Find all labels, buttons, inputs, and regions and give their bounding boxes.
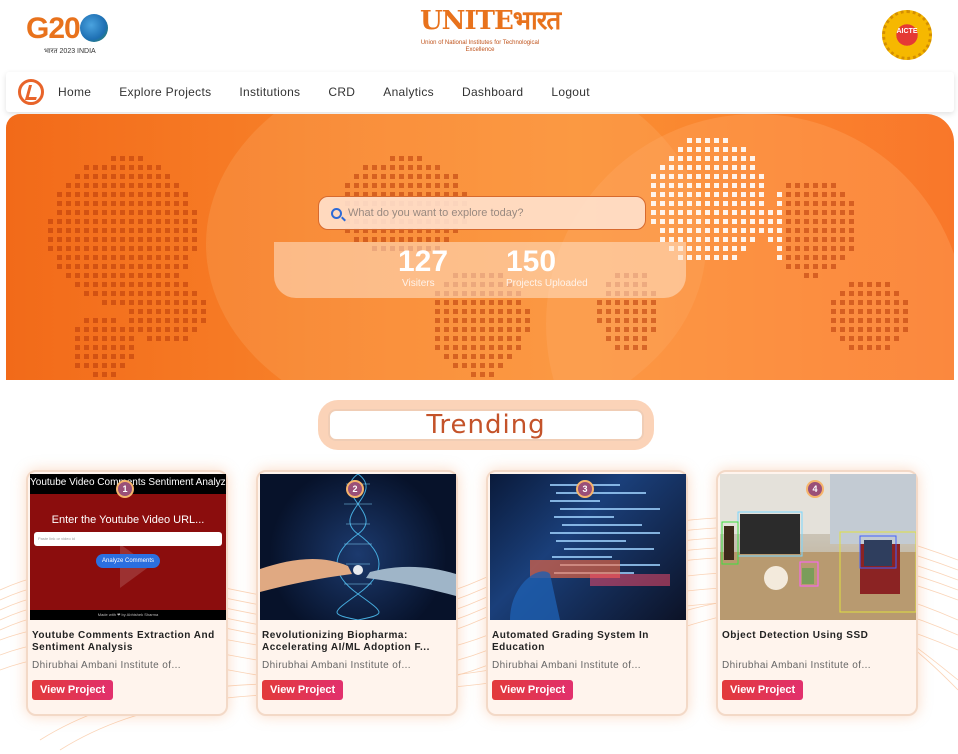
stat-projects: 150 Projects Uploaded bbox=[506, 246, 588, 290]
view-project-button[interactable]: View Project bbox=[492, 680, 574, 700]
trending-heading-wrap: Trending bbox=[318, 400, 654, 450]
search-input[interactable] bbox=[348, 207, 628, 219]
rank-badge: 1 bbox=[116, 480, 134, 498]
aicte-logo: AICTE bbox=[882, 10, 932, 60]
nav-explore-projects[interactable]: Explore Projects bbox=[119, 85, 211, 99]
nav-institutions[interactable]: Institutions bbox=[239, 85, 300, 99]
g20-logo: G20 भारत 2023 INDIA bbox=[24, 10, 116, 60]
view-project-button[interactable]: View Project bbox=[262, 680, 344, 700]
site-logo-icon[interactable] bbox=[18, 79, 44, 105]
rank-badge: 3 bbox=[576, 480, 594, 498]
stat-visitors-value: 127 bbox=[398, 245, 449, 278]
view-project-button[interactable]: View Project bbox=[722, 680, 804, 700]
trending-heading: Trending bbox=[328, 409, 644, 441]
project-institution: Dhirubhai Ambani Institute of... bbox=[492, 660, 641, 671]
unite-bharat-logo[interactable]: UNITEभारत Union of National Institutes f… bbox=[420, 6, 561, 64]
thumb-footer: Made with ❤ by Abhishek Sharma bbox=[30, 610, 226, 620]
globe-icon bbox=[80, 14, 108, 42]
search-bar[interactable] bbox=[318, 196, 646, 230]
g20-logo-text: G20 bbox=[26, 12, 81, 45]
stat-visitors: 127 Visiters bbox=[398, 246, 448, 290]
nav-crd[interactable]: CRD bbox=[328, 85, 355, 99]
nav-dashboard[interactable]: Dashboard bbox=[462, 85, 523, 99]
thumb-button: Analyze Comments bbox=[96, 554, 160, 568]
rank-badge: 4 bbox=[806, 480, 824, 498]
project-card[interactable]: 3 Automated Grading System In Education … bbox=[486, 470, 688, 716]
project-title: Object Detection Using SSD bbox=[722, 630, 869, 641]
stats-panel: 127 Visiters 150 Projects Uploaded bbox=[274, 242, 686, 298]
project-institution: Dhirubhai Ambani Institute of... bbox=[722, 660, 871, 671]
g20-logo-sub: भारत 2023 INDIA bbox=[44, 48, 96, 55]
project-institution: Dhirubhai Ambani Institute of... bbox=[32, 660, 181, 671]
main-nav: Home Explore Projects Institutions CRD A… bbox=[6, 72, 954, 112]
aicte-logo-text: AICTE bbox=[896, 28, 918, 35]
thumb-prompt: Enter the Youtube Video URL... bbox=[51, 514, 205, 526]
search-icon bbox=[331, 207, 342, 219]
project-card[interactable]: 4 Object Detection Using SSD Dhirubhai A… bbox=[716, 470, 918, 716]
stat-projects-value: 150 bbox=[506, 245, 557, 278]
thumb-input: Paste link or video id bbox=[34, 532, 222, 546]
hero-banner: 127 Visiters 150 Projects Uploaded bbox=[6, 114, 954, 380]
unite-logo-hindi: भारत bbox=[512, 6, 561, 36]
project-title: Automated Grading System In Education bbox=[492, 630, 649, 653]
unite-logo-word: UNITE bbox=[420, 6, 514, 36]
rank-badge: 2 bbox=[346, 480, 364, 498]
nav-logout[interactable]: Logout bbox=[551, 85, 590, 99]
project-title: Revolutionizing Biopharma: Accelerating … bbox=[262, 630, 430, 653]
nav-analytics[interactable]: Analytics bbox=[383, 85, 434, 99]
project-title: Youtube Comments Extraction And Sentimen… bbox=[32, 630, 215, 653]
view-project-button[interactable]: View Project bbox=[32, 680, 114, 700]
unite-logo-sub: Union of National Institutes for Technol… bbox=[420, 40, 540, 53]
stat-projects-label: Projects Uploaded bbox=[506, 278, 588, 289]
project-card[interactable]: Youtube Video Comments Sentiment Analyze… bbox=[26, 470, 228, 716]
stat-visitors-label: Visiters bbox=[402, 278, 435, 289]
project-card[interactable]: 2 Revolutionizing Biopharma: Acceleratin… bbox=[256, 470, 458, 716]
top-header: G20 भारत 2023 INDIA UNITEभारत Union of N… bbox=[0, 0, 958, 70]
project-institution: Dhirubhai Ambani Institute of... bbox=[262, 660, 411, 671]
nav-home[interactable]: Home bbox=[58, 85, 91, 99]
